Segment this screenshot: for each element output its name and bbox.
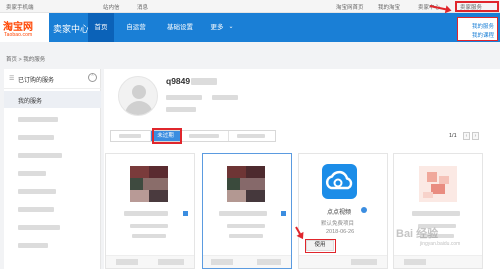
dropdown-item-my-courses[interactable]: 我的课程 [472, 31, 494, 39]
notices-link[interactable]: 消息 [137, 3, 148, 11]
sidebar-item-blurred[interactable] [18, 225, 60, 230]
card-action-button[interactable] [211, 259, 233, 265]
card-action-button[interactable] [257, 259, 281, 265]
username: q9849 [166, 76, 191, 86]
card-footer [106, 255, 194, 268]
avatar-body-shape [125, 101, 153, 115]
cloud-icon [325, 170, 353, 190]
tab-highlight [152, 128, 182, 144]
breadcrumb[interactable]: 首页 > 我的服务 [6, 55, 45, 63]
watermark-subtext: jingyan.baidu.com [420, 241, 461, 247]
service-card[interactable] [202, 153, 292, 269]
pager: 1/1 ‹ › [449, 132, 479, 140]
avatar-head-shape [132, 85, 146, 99]
collapse-icon[interactable]: ⌃ [88, 73, 97, 82]
sidebar-group-title: 已订购的服务 [18, 78, 55, 84]
card-footer [299, 255, 387, 268]
service-tabs: 未过期 [110, 130, 276, 142]
tab-blurred[interactable] [111, 131, 151, 141]
header-title: 卖家中心 [53, 24, 90, 34]
seller-phone-link[interactable]: 卖家手机端 [6, 3, 34, 11]
app-subtitle: 默认免费项目 [321, 221, 355, 227]
next-page-button[interactable]: › [472, 132, 479, 140]
verified-badge-icon [361, 207, 367, 213]
profile-detail-blurred [212, 95, 238, 100]
seller-service-highlight [455, 1, 499, 12]
taobao-logo[interactable]: 淘宝网 Taobao.com [0, 13, 49, 42]
sidebar-item-blurred[interactable] [18, 135, 54, 140]
badge-icon [183, 211, 188, 216]
avatar [118, 76, 158, 116]
sidebar-item-blurred[interactable] [18, 243, 48, 248]
app-name: 点点视频 [327, 210, 352, 216]
sidebar-item-blurred[interactable] [18, 207, 54, 212]
sidebar: ☰ 已订购的服务 ⌃ 我的服务 [4, 69, 101, 269]
sidebar-item-blurred[interactable] [18, 153, 62, 158]
profile-detail-blurred [166, 95, 202, 100]
card-footer [394, 255, 482, 268]
sidebar-item-blurred[interactable] [18, 189, 56, 194]
app-date: 2018-06-26 [326, 229, 355, 235]
prev-page-button[interactable]: ‹ [463, 132, 470, 140]
logo-subtext: Taobao.com [4, 32, 33, 38]
my-taobao-link[interactable]: 我的淘宝 [378, 3, 400, 11]
sidebar-item-my-services[interactable]: 我的服务 [4, 91, 101, 108]
card-action-button[interactable] [404, 259, 426, 265]
service-dropdown: 我的服务 我的课程 [457, 17, 498, 41]
service-card[interactable] [105, 153, 195, 269]
tab-blurred[interactable] [181, 131, 229, 141]
list-icon: ☰ [9, 76, 15, 82]
dropdown-item-my-services[interactable]: 我的服务 [472, 22, 494, 30]
card-footer [203, 255, 291, 268]
nav-more-chevron-icon[interactable]: ⌄ [227, 13, 235, 42]
site-messages-link[interactable]: 站内信 [103, 3, 120, 11]
service-image-blurred [227, 166, 265, 202]
sidebar-item-label: 我的服务 [18, 99, 43, 105]
nav-more[interactable]: 更多 [207, 13, 227, 42]
sidebar-item-blurred[interactable] [18, 117, 58, 122]
watermark-text: Bai 经验 [396, 228, 439, 240]
page-indicator: 1/1 [449, 133, 457, 139]
badge-icon [281, 211, 286, 216]
nav-home[interactable]: 首页 [88, 13, 114, 42]
service-card[interactable] [393, 153, 483, 269]
profile-detail-blurred [166, 107, 196, 112]
sidebar-item-blurred[interactable] [18, 171, 46, 176]
card-action-button[interactable] [351, 259, 377, 265]
top-bar: 卖家手机端 站内信 消息 淘宝网首页 我的淘宝 卖家中心 卖家服务 [0, 0, 500, 13]
logo-text: 淘宝网 [3, 22, 33, 33]
service-image-blurred [419, 166, 457, 202]
header-bar: 淘宝网 Taobao.com 卖家中心 首页 自运营 基础设置 更多 ⌄ [0, 13, 500, 42]
card-action-button[interactable] [116, 259, 138, 265]
cloud-app-icon [322, 164, 357, 199]
sidebar-group-header[interactable]: ☰ 已订购的服务 ⌃ [4, 69, 101, 89]
nav-self-operate[interactable]: 自运营 [120, 13, 152, 42]
nav-basic-settings[interactable]: 基础设置 [160, 13, 200, 42]
taobao-home-link[interactable]: 淘宝网首页 [336, 3, 364, 11]
card-action-button[interactable] [158, 259, 184, 265]
username-blurred [191, 78, 217, 85]
use-button-highlight [305, 239, 336, 253]
tab-blurred[interactable] [229, 131, 275, 141]
service-image-blurred [130, 166, 168, 202]
